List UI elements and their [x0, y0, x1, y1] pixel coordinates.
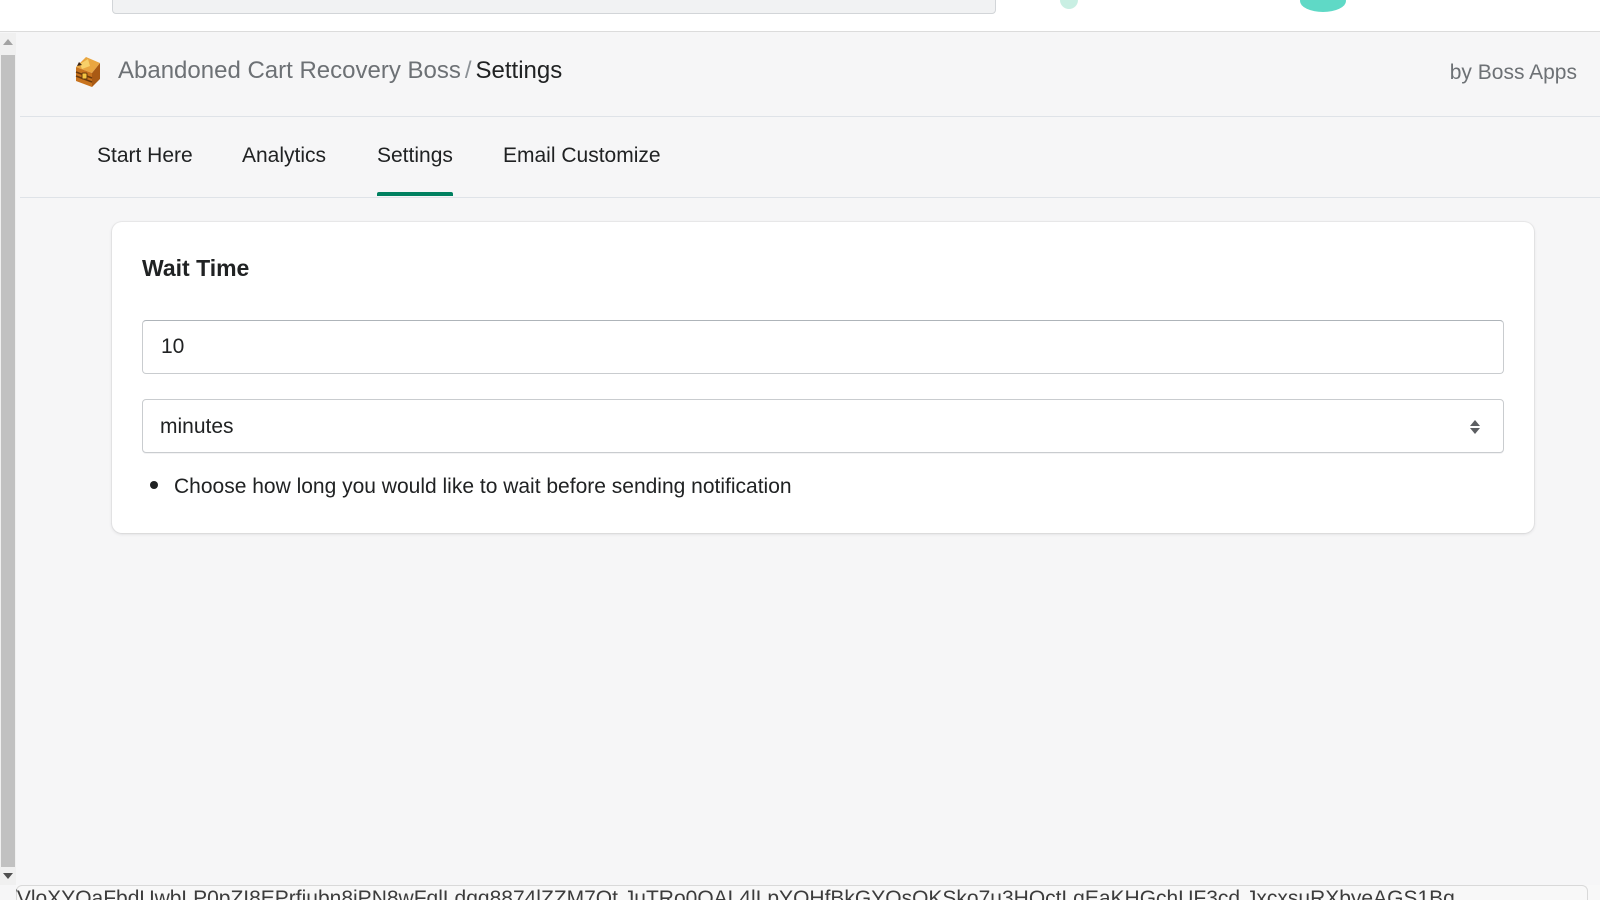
- page-title: Settings: [475, 57, 563, 84]
- tab-email-customize[interactable]: Email Customize: [503, 144, 661, 196]
- wait-time-heading: Wait Time: [142, 255, 250, 281]
- scroll-down-arrow-icon[interactable]: [3, 873, 13, 879]
- tab-analytics[interactable]: Analytics: [242, 144, 326, 196]
- app-header: Abandoned Cart Recovery Boss / Settings by…: [20, 33, 1600, 117]
- tab-bar: Start Here Analytics Settings Email Cust…: [20, 118, 1600, 198]
- tab-start-here[interactable]: Start Here: [97, 144, 193, 196]
- admin-status-indicator: [1060, 0, 1078, 9]
- breadcrumb-separator: /: [464, 57, 472, 84]
- treasure-chest-icon: [75, 57, 100, 87]
- scroll-up-arrow-icon[interactable]: [3, 39, 13, 45]
- admin-top-bar: [0, 0, 1600, 32]
- wait-time-help: Choose how long you would like to wait b…: [142, 475, 792, 499]
- wait-time-value-input[interactable]: [142, 320, 1504, 374]
- breadcrumb: Abandoned Cart Recovery Boss / Settings: [118, 57, 562, 85]
- horizontal-scrollbar[interactable]: /VloXYOaFbdUwbLP0pZI8EPrfiubn8iPN8wFqlLd…: [16, 885, 1600, 900]
- bullet-point: [150, 481, 158, 490]
- wait-time-help-text: Choose how long you would like to wait b…: [174, 475, 792, 498]
- url-overflow-box: /VloXYOaFbdUwbLP0pZI8EPrfiubn8iPN8wFqlLd…: [16, 885, 1588, 900]
- vendor-label: by Boss Apps: [1449, 61, 1577, 84]
- breadcrumb-app-link[interactable]: Abandoned Cart Recovery Boss: [118, 57, 461, 84]
- wait-time-unit-select[interactable]: minutes: [142, 399, 1504, 453]
- admin-avatar[interactable]: [1300, 0, 1346, 12]
- wait-time-unit-value: minutes: [160, 415, 234, 438]
- vertical-scrollbar[interactable]: [0, 33, 16, 885]
- url-overflow-text: /VloXYOaFbdUwbLP0pZI8EPrfiubn8iPN8wFqlLd…: [16, 887, 1455, 900]
- admin-search-bar[interactable]: [112, 0, 996, 14]
- select-arrows-icon: [1470, 420, 1480, 434]
- scrollbar-thumb[interactable]: [1, 55, 15, 867]
- wait-time-card: Wait Time minutes Choose how long you wo…: [112, 222, 1534, 533]
- tab-settings[interactable]: Settings: [377, 144, 453, 196]
